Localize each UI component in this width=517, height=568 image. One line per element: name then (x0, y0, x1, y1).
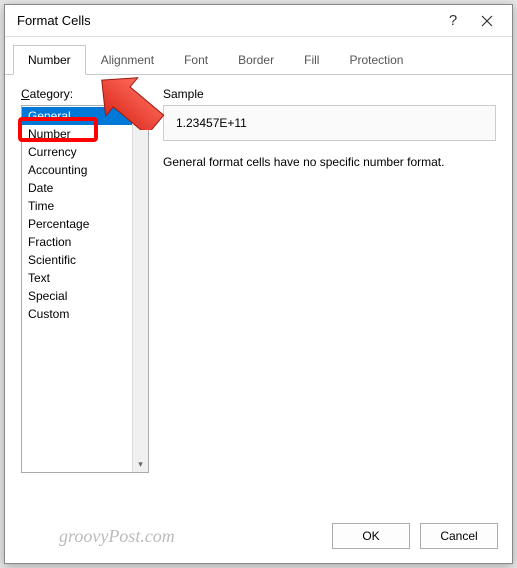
category-label: Category: (21, 87, 149, 101)
category-listbox[interactable]: General Number Currency Accounting Date … (21, 105, 149, 473)
list-item[interactable]: Percentage (22, 215, 132, 233)
ok-button[interactable]: OK (332, 523, 410, 549)
listbox-scrollbar[interactable]: ▴ ▾ (132, 106, 148, 472)
list-item[interactable]: Fraction (22, 233, 132, 251)
category-label-text: ategory: (30, 87, 73, 101)
sample-label: Sample (163, 87, 496, 101)
dialog-title: Format Cells (17, 13, 436, 28)
sample-value-box: 1.23457E+11 (163, 105, 496, 141)
list-item[interactable]: Currency (22, 143, 132, 161)
tab-strip: Number Alignment Font Border Fill Protec… (5, 37, 512, 75)
sample-value: 1.23457E+11 (176, 116, 247, 130)
category-label-accel: C (21, 87, 30, 101)
list-item[interactable]: Number (22, 125, 132, 143)
list-item[interactable]: Scientific (22, 251, 132, 269)
format-cells-dialog: Format Cells ? Number Alignment Font Bor… (4, 4, 513, 564)
tab-protection[interactable]: Protection (334, 45, 418, 74)
format-description: General format cells have no specific nu… (163, 155, 496, 169)
close-button[interactable] (470, 7, 504, 35)
tab-number[interactable]: Number (13, 45, 86, 75)
list-item[interactable]: Text (22, 269, 132, 287)
close-icon (481, 15, 493, 27)
list-item[interactable]: Accounting (22, 161, 132, 179)
tab-font[interactable]: Font (169, 45, 223, 74)
list-item[interactable]: Special (22, 287, 132, 305)
detail-panel: Sample 1.23457E+11 General format cells … (163, 87, 496, 473)
cancel-button[interactable]: Cancel (420, 523, 498, 549)
category-list: General Number Currency Accounting Date … (22, 106, 132, 472)
dialog-footer: groovyPost.com OK Cancel (5, 513, 512, 563)
dialog-body: Category: General Number Currency Accoun… (5, 75, 512, 485)
help-button[interactable]: ? (436, 7, 470, 35)
scroll-down-icon[interactable]: ▾ (133, 456, 148, 472)
category-panel: Category: General Number Currency Accoun… (21, 87, 149, 473)
watermark: groovyPost.com (19, 526, 322, 547)
list-item[interactable]: Date (22, 179, 132, 197)
tab-fill[interactable]: Fill (289, 45, 334, 74)
titlebar: Format Cells ? (5, 5, 512, 37)
list-item[interactable]: Custom (22, 305, 132, 323)
tab-border[interactable]: Border (223, 45, 289, 74)
scroll-up-icon[interactable]: ▴ (133, 106, 148, 122)
tab-alignment[interactable]: Alignment (86, 45, 169, 74)
list-item[interactable]: Time (22, 197, 132, 215)
list-item[interactable]: General (22, 107, 132, 125)
